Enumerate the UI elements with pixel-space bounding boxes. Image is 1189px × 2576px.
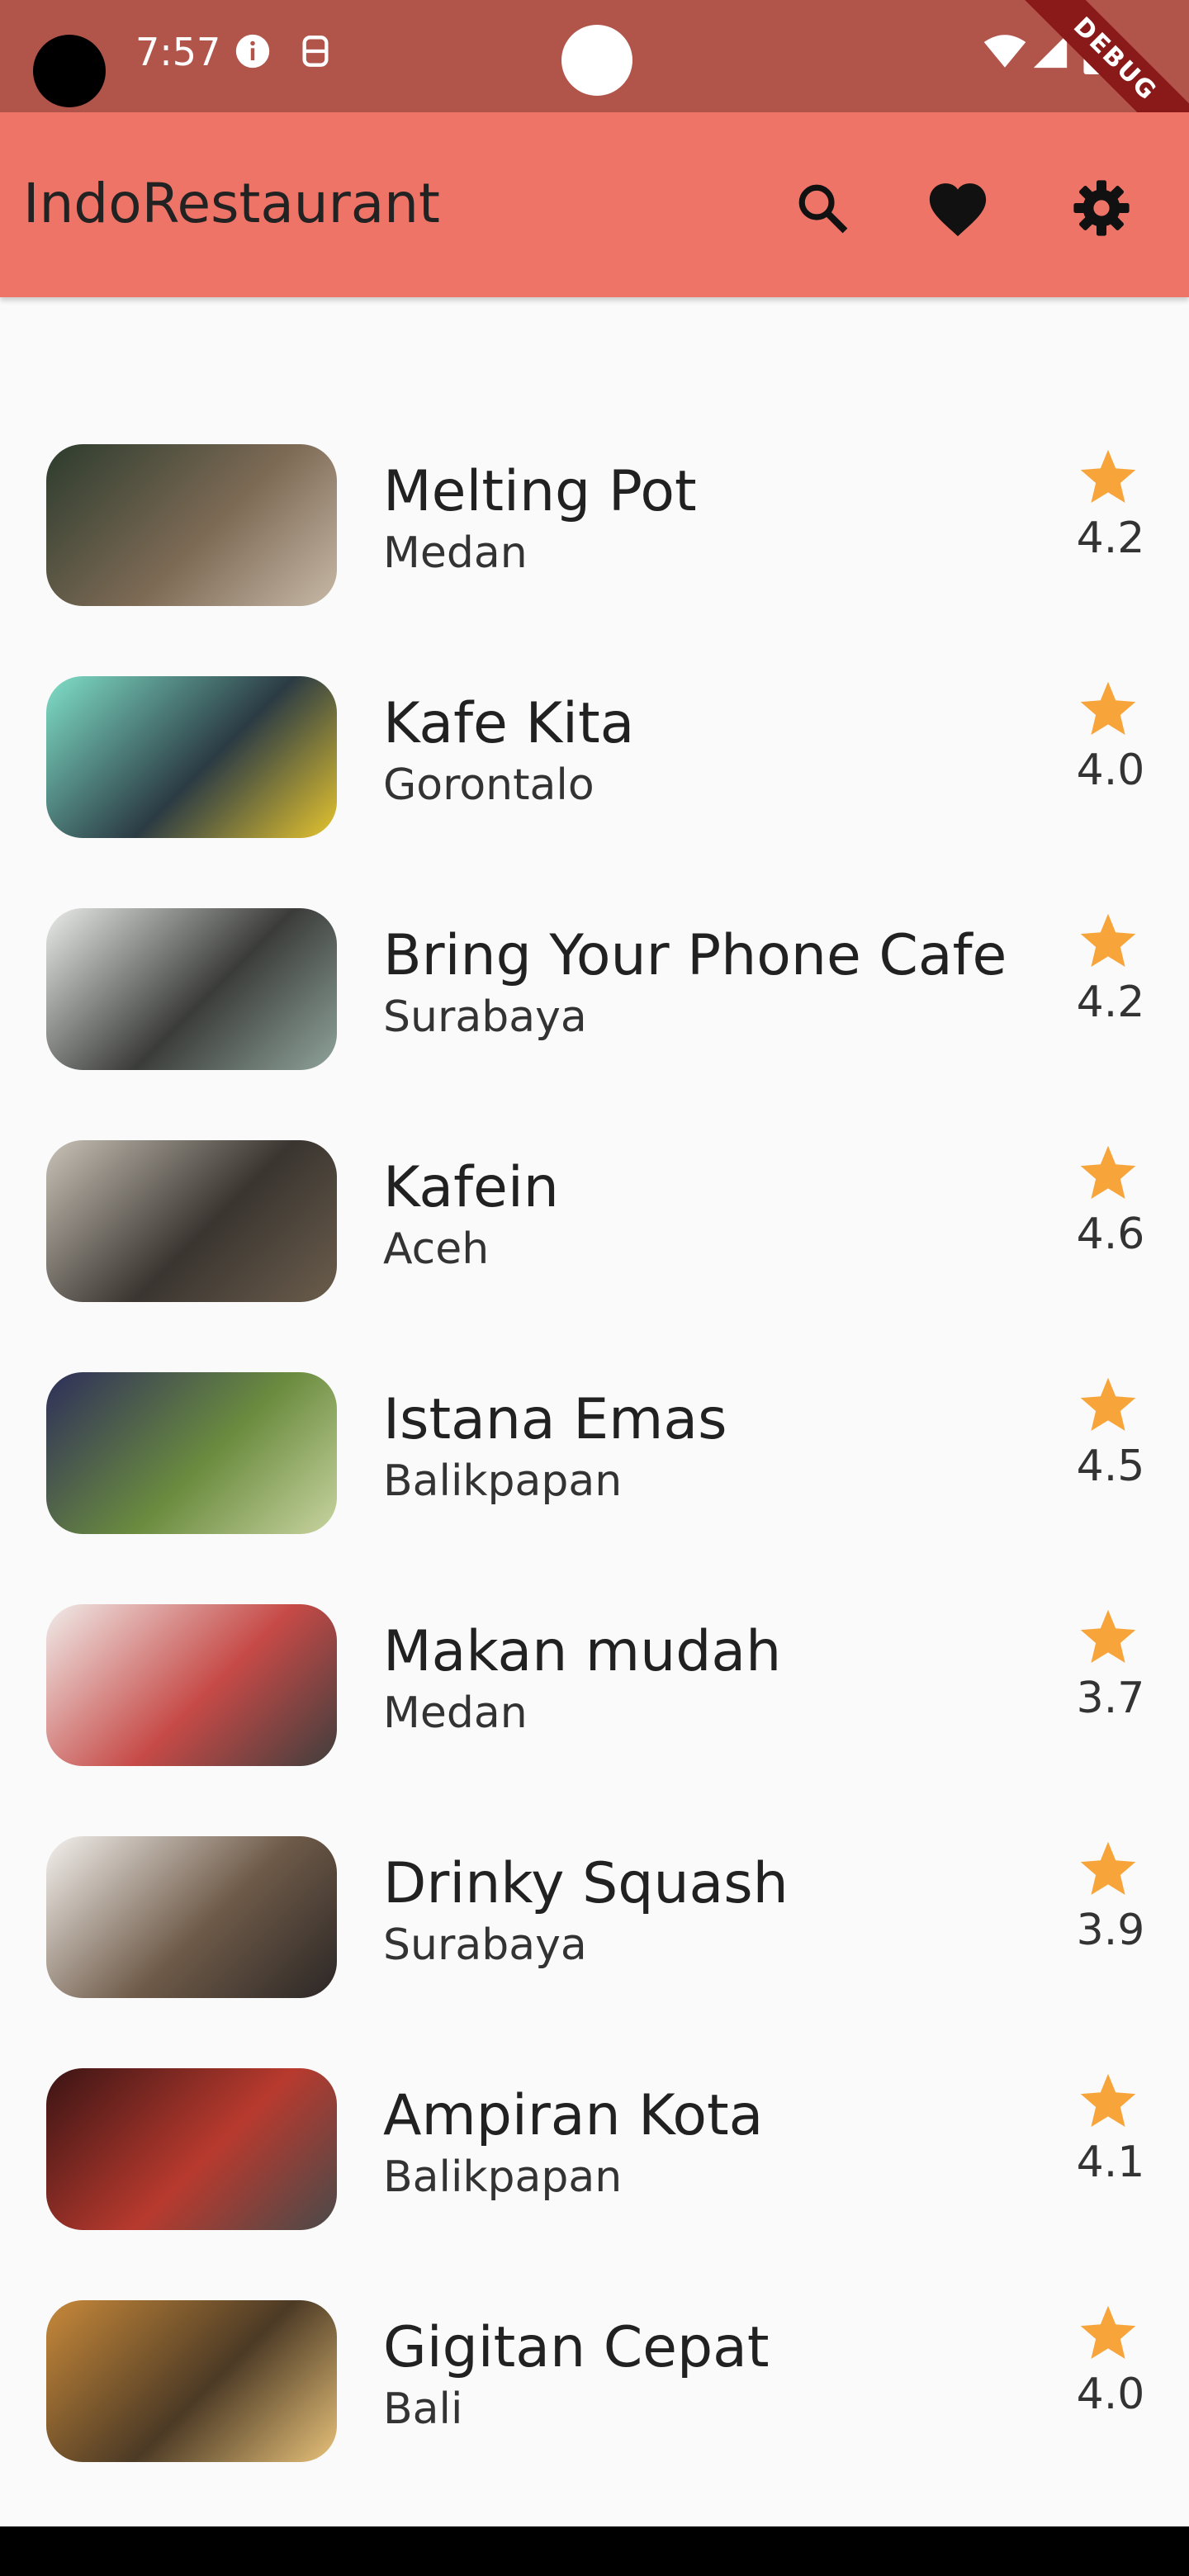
- star-icon: [1080, 1377, 1136, 1432]
- restaurant-list-item[interactable]: Makan mudah Medan 3.7: [0, 1457, 1189, 1766]
- star-icon: [1080, 1841, 1136, 1896]
- app-title: IndoRestaurant: [23, 172, 440, 235]
- restaurant-name: Ampiran Kota: [383, 2083, 764, 2148]
- wifi-icon: [983, 33, 1027, 73]
- restaurant-city: Bali: [383, 2384, 463, 2434]
- restaurant-name: Bring Your Phone Cafe: [383, 923, 1007, 988]
- app-bar: IndoRestaurant: [0, 112, 1189, 297]
- restaurant-name: Gigitan Cepat: [383, 2315, 770, 2380]
- star-icon: [1080, 1145, 1136, 1200]
- favorite-button[interactable]: [917, 167, 999, 249]
- star-icon: [1080, 2305, 1136, 2360]
- star-icon: [1080, 449, 1136, 504]
- restaurant-list-item[interactable]: Kafe Kita Gorontalo 4.0: [0, 529, 1189, 838]
- restaurant-thumbnail: [46, 2300, 337, 2462]
- star-icon: [1080, 681, 1136, 736]
- restaurant-name: Kafe Kita: [383, 691, 635, 756]
- navigation-bar: [0, 2526, 1189, 2576]
- camera-cutout: [33, 35, 106, 107]
- notification-dot: [561, 25, 632, 96]
- restaurant-rating: 4.0: [1076, 2370, 1145, 2419]
- info-icon: [234, 33, 271, 73]
- restaurant-list-item[interactable]: Drinky Squash Surabaya 3.9: [0, 1689, 1189, 1998]
- restaurant-list-item[interactable]: Bring Your Phone Cafe Surabaya 4.2: [0, 761, 1189, 1070]
- status-time: 7:57: [135, 30, 221, 74]
- signal-icon: [1032, 33, 1068, 73]
- favorite-heart-icon: [929, 183, 987, 237]
- restaurant-name: Makan mudah: [383, 1619, 782, 1684]
- restaurant-name: Istana Emas: [383, 1387, 727, 1452]
- star-icon: [1080, 1609, 1136, 1664]
- status-bar: 7:57 DEBUG: [0, 0, 1189, 168]
- restaurant-name: Drinky Squash: [383, 1851, 789, 1916]
- search-icon: [798, 184, 848, 234]
- sim-icon: [299, 33, 332, 73]
- star-icon: [1080, 2073, 1136, 2128]
- restaurant-list-item[interactable]: Kafein Aceh 4.6: [0, 993, 1189, 1302]
- search-button[interactable]: [781, 167, 864, 249]
- restaurant-list-item[interactable]: Ampiran Kota Balikpapan 4.1: [0, 1921, 1189, 2230]
- restaurant-list-item[interactable]: Melting Pot Medan 4.2: [0, 297, 1189, 606]
- settings-button[interactable]: [1060, 167, 1143, 249]
- restaurant-name: Kafein: [383, 1155, 559, 1220]
- restaurant-list-item[interactable]: Gigitan Cepat Bali 4.0: [0, 2153, 1189, 2462]
- restaurant-list-item[interactable]: Istana Emas Balikpapan 4.5: [0, 1225, 1189, 1534]
- settings-gear-icon: [1073, 180, 1130, 236]
- star-icon: [1080, 913, 1136, 968]
- restaurant-name: Melting Pot: [383, 459, 697, 524]
